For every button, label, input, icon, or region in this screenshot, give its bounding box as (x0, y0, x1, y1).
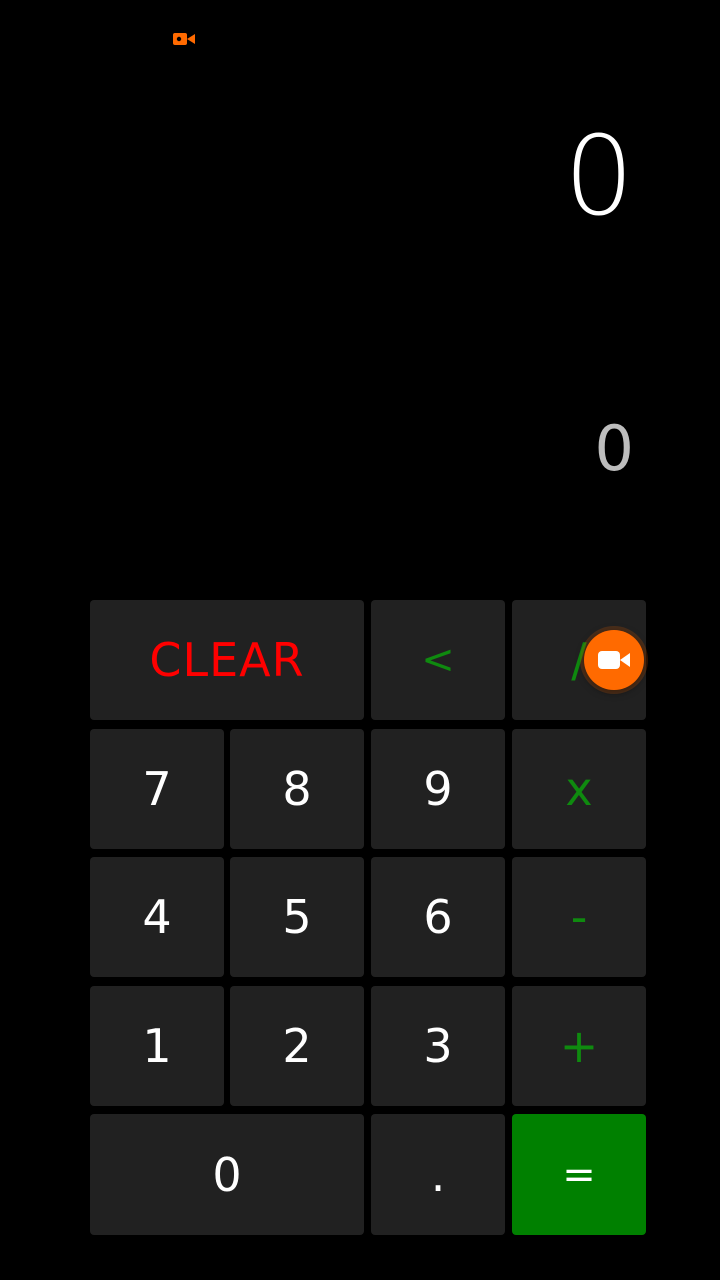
digit-4-button[interactable]: 4 (90, 857, 224, 977)
expression-display: 0 (594, 412, 634, 485)
video-record-icon (173, 33, 195, 45)
decimal-button[interactable]: . (371, 1114, 505, 1235)
digit-9-button[interactable]: 9 (371, 729, 505, 849)
status-bar (0, 0, 720, 76)
multiply-button[interactable]: x (512, 729, 646, 849)
digit-3-button[interactable]: 3 (371, 986, 505, 1106)
plus-button[interactable]: + (512, 986, 646, 1106)
floating-record-button[interactable] (584, 630, 644, 690)
digit-7-button[interactable]: 7 (90, 729, 224, 849)
digit-8-button[interactable]: 8 (230, 729, 364, 849)
clear-button[interactable]: CLEAR (90, 600, 364, 720)
minus-button[interactable]: - (512, 857, 646, 977)
result-display: 0 (564, 112, 634, 240)
digit-1-button[interactable]: 1 (90, 986, 224, 1106)
keypad: CLEAR < / 7 8 9 x 4 5 6 - 1 2 3 + 0 . = (90, 600, 646, 1236)
video-camera-icon (598, 651, 630, 669)
digit-6-button[interactable]: 6 (371, 857, 505, 977)
backspace-button[interactable]: < (371, 600, 505, 720)
digit-0-button[interactable]: 0 (90, 1114, 364, 1235)
digit-5-button[interactable]: 5 (230, 857, 364, 977)
digit-2-button[interactable]: 2 (230, 986, 364, 1106)
equals-button[interactable]: = (512, 1114, 646, 1235)
